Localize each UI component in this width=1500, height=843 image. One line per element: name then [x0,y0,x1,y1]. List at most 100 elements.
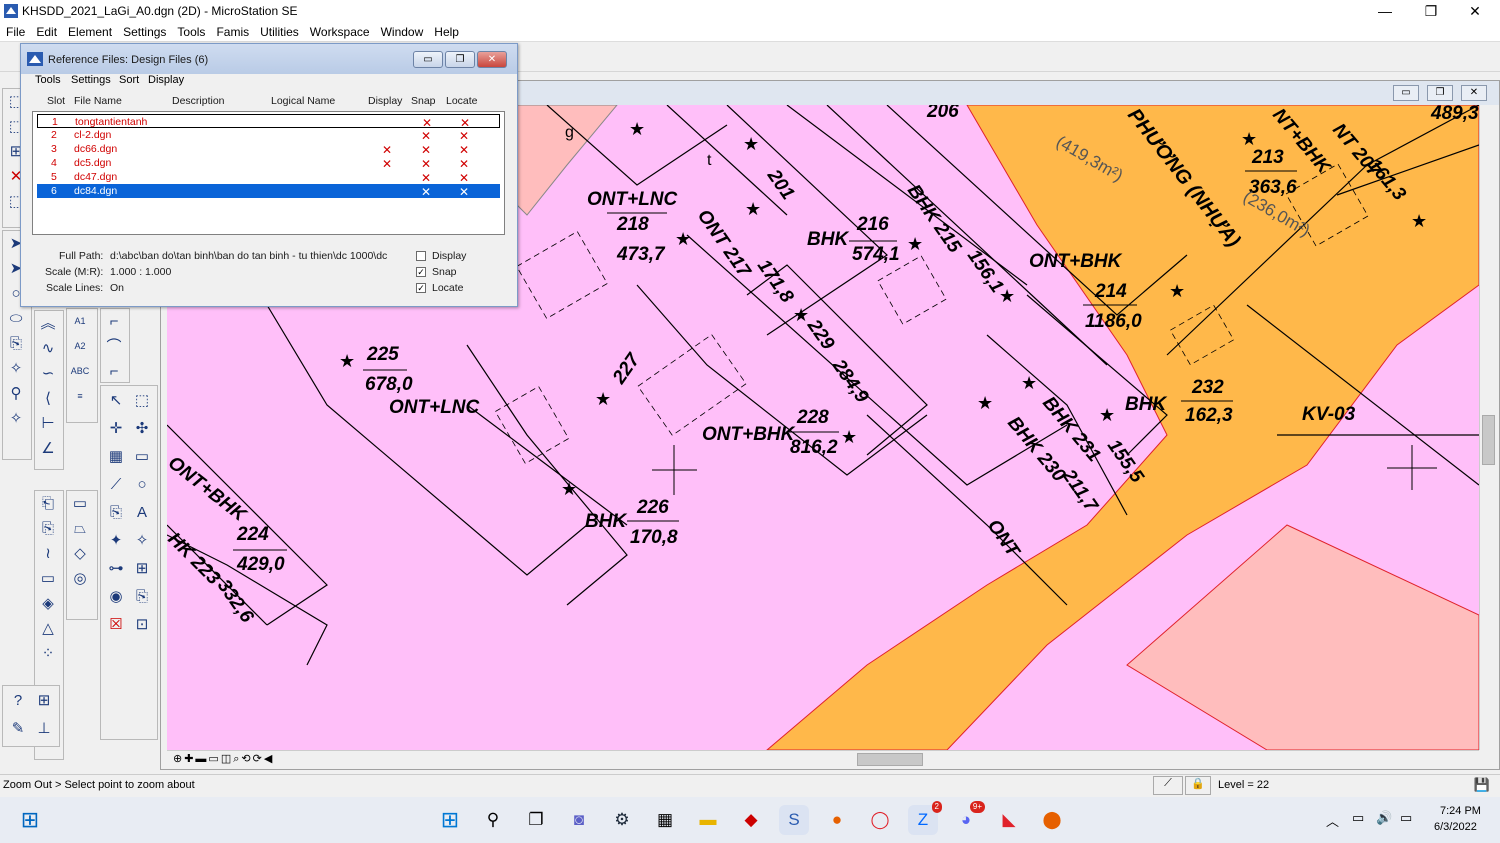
diamond-icon[interactable]: ◇ [67,541,93,566]
circle-tool-icon[interactable]: ○ [129,472,155,497]
horizontal-scrollbar[interactable]: ⊕✚▬▭◫⌕⟲⟳◀ [167,750,1479,768]
dialog-minimize-button[interactable]: ▭ [413,51,443,68]
dim-vertical-icon[interactable]: ⊞ [129,556,155,581]
clock-time[interactable]: 7:24 PM [1440,805,1481,817]
car-app-icon[interactable]: ◆ [736,805,766,835]
microstation-taskbar-icon[interactable]: S [779,805,809,835]
table-row[interactable]: 5 dc47.dgn ✕ ✕ [37,170,500,185]
store-icon[interactable]: ▦ [650,805,680,835]
anydesk-icon[interactable]: ◣ [994,805,1024,835]
angle-icon[interactable]: ∠ [35,436,61,461]
menu-tools[interactable]: Tools [171,22,210,42]
query-icon[interactable]: ⚲ [3,381,29,406]
text-a1-icon[interactable]: A1 [67,309,93,334]
row-display[interactable]: ✕ [382,143,392,157]
dialog-menu-display[interactable]: Display [148,74,184,86]
move-icon[interactable]: ✛ [103,416,129,441]
network-icon[interactable]: ▭ [1352,810,1364,826]
view-maximize-button[interactable]: ❐ [1427,85,1453,101]
row-display[interactable]: ✕ [382,157,392,171]
save-icon[interactable]: 💾 [1472,777,1492,794]
row-locate[interactable]: ✕ [459,129,469,143]
firefox-icon[interactable]: ● [822,805,852,835]
grid-dots-icon[interactable]: ⁘ [35,641,61,666]
chevron-up-icon[interactable]: ︿ [1326,811,1339,830]
view-controls-icon[interactable]: ⊕✚▬▭◫⌕⟲⟳◀ [173,752,274,766]
extend-icon[interactable]: ⟨ [35,386,61,411]
rect-edit-icon[interactable]: ▭ [35,566,61,591]
view-minimize-button[interactable]: ▭ [1393,85,1419,101]
menu-workspace[interactable]: Workspace [304,22,375,42]
dialog-maximize-button[interactable]: ❐ [445,51,475,68]
row-snap[interactable]: ✕ [421,143,431,157]
sparkle-icon[interactable]: ✧ [129,528,155,553]
measure-dist-icon[interactable]: ⊞ [31,688,57,713]
dialog-menu-settings[interactable]: Settings [71,74,111,86]
vertical-scrollbar[interactable] [1479,105,1497,750]
curve-icon[interactable]: ∿ [35,336,61,361]
start-button-icon[interactable]: ⊞ [435,805,465,835]
text-lines-icon[interactable]: ≡ [67,384,93,409]
menu-element[interactable]: Element [62,22,117,42]
pen-icon[interactable]: ✎ [5,716,31,741]
table-row[interactable]: 1 tongtantientanh ✕ ✕ [37,114,500,130]
block-icon[interactable]: ▭ [129,444,155,469]
text-abc-icon[interactable]: ABC [67,359,93,384]
view-close-button[interactable]: ✕ [1461,85,1487,101]
vertical-scroll-thumb[interactable] [1482,415,1495,465]
hatch-icon[interactable]: ▦ [103,444,129,469]
display-checkbox[interactable] [416,251,426,261]
select-box-icon[interactable]: ⬚ [129,388,155,413]
dimension-icon[interactable]: ✧ [3,356,29,381]
col-snap[interactable]: Snap [411,95,436,107]
lock-icon[interactable]: 🔒 [1185,776,1211,795]
dialog-close-button[interactable]: ✕ [477,51,507,68]
palette-icon[interactable]: ◉ [103,584,129,609]
help-icon[interactable]: ? [5,688,31,713]
cell-place-icon[interactable]: ⎘ [103,500,129,525]
arc2-icon[interactable]: ⌒ [101,334,127,359]
menu-edit[interactable]: Edit [30,22,62,42]
table-row[interactable]: 4 dc5.dgn ✕ ✕ ✕ [37,156,500,171]
arc-icon[interactable]: ⌐ [101,309,127,334]
menu-help[interactable]: Help [428,22,464,42]
snap-mode-icon[interactable]: ⟋ [1153,776,1183,795]
menu-settings[interactable]: Settings [117,22,171,42]
chat-icon[interactable]: ◙ [564,805,594,835]
ellipse-icon[interactable]: ⬭ [3,306,29,331]
cell-icon[interactable]: ⎘ [3,331,29,356]
battery-icon[interactable]: ▭ [1400,810,1412,826]
bulb-icon[interactable]: ✦ [103,528,129,553]
polygon-icon[interactable]: ⏢ [67,516,93,541]
minimize-button[interactable]: — [1362,0,1408,22]
delete-x-icon[interactable]: ☒ [103,612,129,637]
locate-checkbox[interactable]: ✓ [416,283,426,293]
dialog-menu-tools[interactable]: Tools [35,74,61,86]
table-row[interactable]: 2 cl-2.dgn ✕ ✕ [37,128,500,143]
table-row[interactable]: 3 dc66.dgn ✕ ✕ ✕ [37,142,500,157]
maximize-button[interactable]: ❐ [1408,0,1454,22]
col-locate[interactable]: Locate [446,95,478,107]
rectangle-icon[interactable]: ▭ [67,491,93,516]
col-slot[interactable]: Slot [47,95,65,107]
wave-icon[interactable]: ≀ [35,541,61,566]
chevrons-icon[interactable]: ︽ [35,311,61,336]
measure-icon[interactable]: ⊢ [35,411,61,436]
app-icon[interactable]: ⬤ [1037,805,1067,835]
dim-box-icon[interactable]: ⊡ [129,612,155,637]
windows-start-icon[interactable]: ⊞ [15,805,45,835]
row-snap[interactable]: ✕ [421,185,431,199]
row-locate[interactable]: ✕ [459,171,469,185]
task-view-icon[interactable]: ❐ [521,805,551,835]
place-icon[interactable]: ⎗ [35,491,61,516]
dialog-menu-sort[interactable]: Sort [119,74,139,86]
col-description[interactable]: Description [172,95,225,107]
volume-icon[interactable]: 🔊 [1376,810,1392,826]
arc3-icon[interactable]: ⌐ [101,359,127,384]
col-logical-name[interactable]: Logical Name [271,95,335,107]
row-snap[interactable]: ✕ [421,129,431,143]
row-locate[interactable]: ✕ [459,185,469,199]
info-icon[interactable]: ✧ [3,406,29,431]
discord-icon[interactable]: ◕ 9+ [951,801,985,835]
table-row-selected[interactable]: 6 dc84.dgn ✕ ✕ [37,184,500,199]
